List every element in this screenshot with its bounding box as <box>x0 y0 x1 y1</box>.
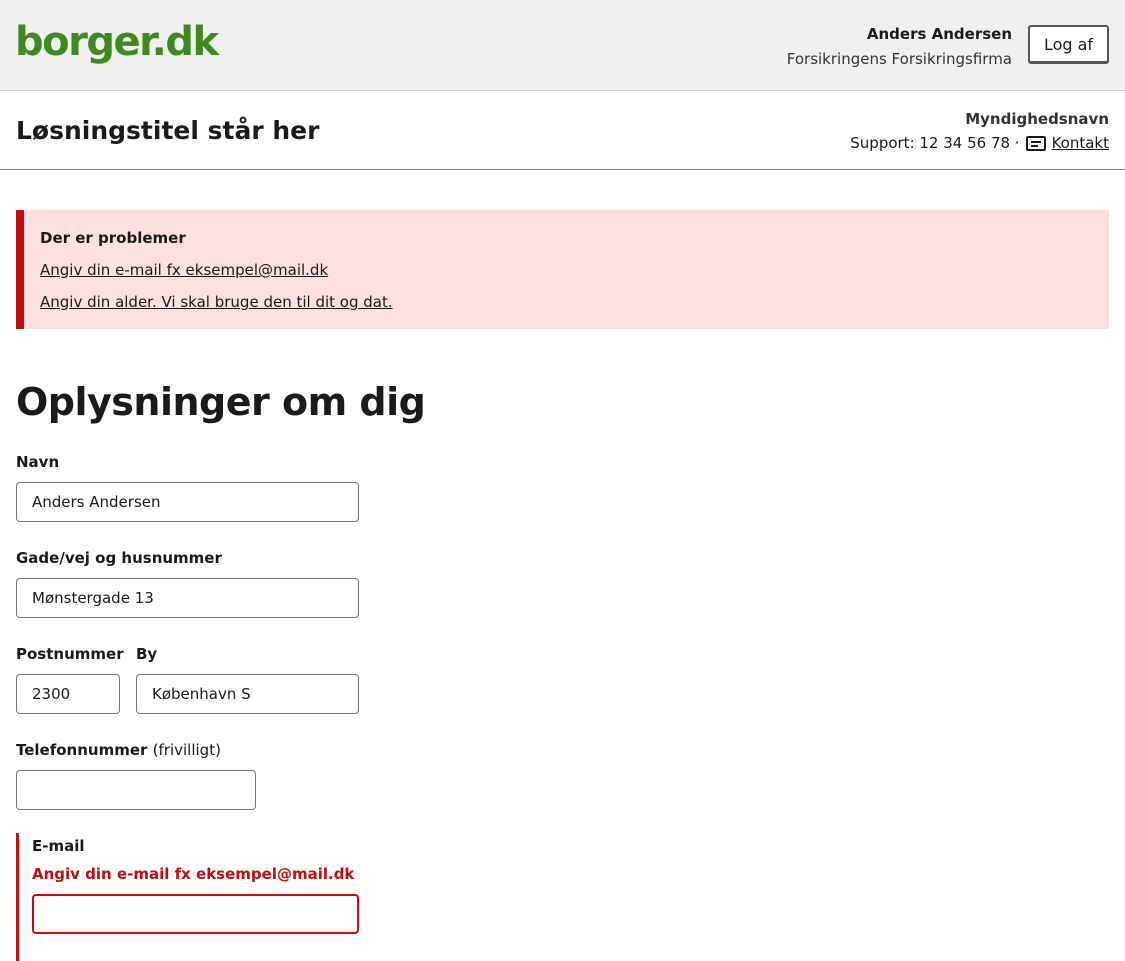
postcode-input[interactable] <box>16 674 120 714</box>
support-phone: Support: 12 34 56 78 · <box>850 134 1020 152</box>
user-name: Anders Andersen <box>866 25 1012 43</box>
error-link-email[interactable]: Angiv din e-mail fx eksempel@mail.dk <box>40 260 1093 280</box>
borger-dk-logo[interactable]: borger.dk <box>15 18 219 66</box>
contact-link[interactable]: Kontakt <box>1052 133 1109 153</box>
name-input[interactable] <box>16 482 359 522</box>
solution-title: Løsningstitel står her <box>16 116 320 145</box>
street-input[interactable] <box>16 578 359 618</box>
error-link-age[interactable]: Angiv din alder. Vi skal bruge den til d… <box>40 292 1093 312</box>
authority-info: Myndighedsnavn Support: 12 34 56 78 · Ko… <box>850 109 1109 153</box>
logout-button[interactable]: Log af <box>1028 25 1109 64</box>
email-error-message: Angiv din e-mail fx eksempel@mail.dk <box>32 865 355 883</box>
optional-hint: (frivilligt) <box>152 741 221 759</box>
user-info: Anders Andersen Forsikringens Forsikring… <box>787 24 1012 69</box>
page-heading: Oplysninger om dig <box>16 380 426 424</box>
postcode-label: Postnummer <box>16 645 124 663</box>
user-organization: Forsikringens Forsikringsfirma <box>786 50 1012 68</box>
email-label: E-mail <box>32 837 85 855</box>
phone-label: Telefonnummer (frivilligt) <box>16 740 221 760</box>
phone-input[interactable] <box>16 770 256 810</box>
name-label: Navn <box>16 453 60 471</box>
error-summary: Der er problemer Angiv din e-mail fx eks… <box>16 210 1109 329</box>
authority-name: Myndighedsnavn <box>965 110 1109 128</box>
city-input[interactable] <box>136 674 359 714</box>
email-input[interactable] <box>32 894 359 934</box>
street-label: Gade/vej og husnummer <box>16 549 222 567</box>
error-summary-title: Der er problemer <box>40 229 186 247</box>
message-icon <box>1025 135 1046 151</box>
solution-header: Løsningstitel står her Myndighedsnavn Su… <box>0 91 1125 170</box>
phone-label-text: Telefonnummer <box>16 741 148 759</box>
city-label: By <box>136 645 158 663</box>
support-line: Support: 12 34 56 78 · Kontakt <box>850 133 1109 153</box>
top-header: borger.dk Anders Andersen Forsikringens … <box>0 0 1125 91</box>
